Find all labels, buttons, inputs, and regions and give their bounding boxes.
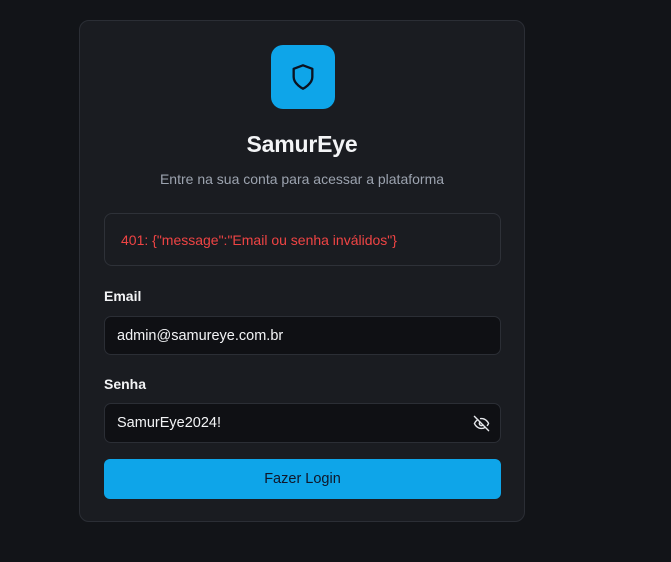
password-label: Senha: [104, 376, 147, 392]
shield-icon: [292, 64, 314, 90]
login-card: SamurEye Entre na sua conta para acessar…: [79, 20, 525, 522]
email-label: Email: [104, 288, 142, 304]
email-field[interactable]: [104, 316, 501, 355]
toggle-password-visibility-button[interactable]: [469, 411, 493, 435]
login-button[interactable]: Fazer Login: [104, 459, 501, 499]
error-alert: 401: {"message":"Email ou senha inválido…: [104, 213, 501, 266]
eye-off-icon: [473, 415, 489, 431]
app-subtitle: Entre na sua conta para acessar a plataf…: [159, 171, 445, 187]
password-field[interactable]: [104, 403, 501, 443]
app-title: SamurEye: [246, 131, 358, 157]
logo-tile: [271, 45, 335, 109]
password-field-wrapper: [104, 403, 501, 443]
error-message: 401: {"message":"Email ou senha inválido…: [121, 231, 397, 248]
